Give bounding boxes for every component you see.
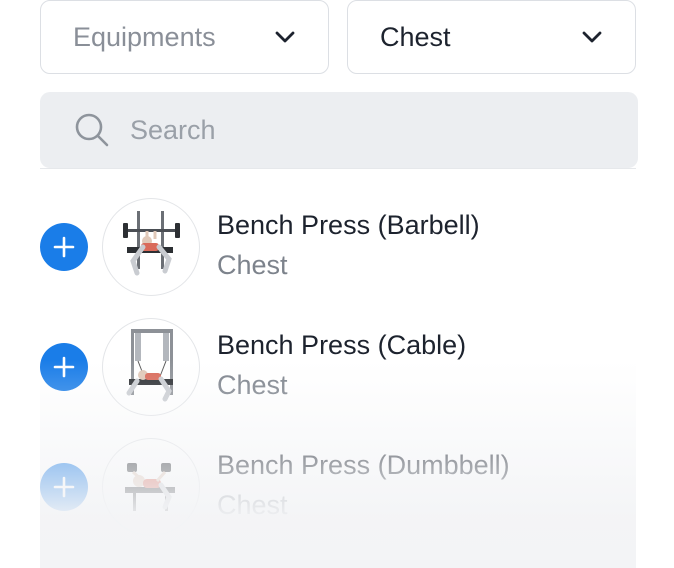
chevron-down-icon <box>275 31 295 43</box>
filter-bar: Equipments Chest <box>40 0 636 76</box>
dumbbell-bench-press-illustration <box>125 463 175 511</box>
exercise-list-item[interactable]: Bench Press (Cable) Chest <box>0 316 674 436</box>
add-exercise-button[interactable] <box>40 223 88 271</box>
exercise-list-item[interactable]: Bench Press (Dumbbell) Chest <box>0 436 674 556</box>
search-bar[interactable] <box>40 92 638 168</box>
plus-icon <box>53 476 75 498</box>
exercise-name: Bench Press (Cable) <box>217 330 467 360</box>
search-input[interactable] <box>128 113 592 147</box>
exercise-list: Bench Press (Barbell) Chest Bench Press … <box>0 196 674 556</box>
exercise-thumbnail <box>102 198 200 296</box>
exercise-thumbnail <box>102 438 200 536</box>
exercise-muscle: Chest <box>217 370 288 400</box>
exercise-name: Bench Press (Dumbbell) <box>217 450 510 480</box>
cable-bench-press-illustration <box>126 329 173 402</box>
plus-icon <box>53 236 75 258</box>
exercise-muscle: Chest <box>217 490 288 520</box>
exercise-list-item[interactable]: Bench Press (Barbell) Chest <box>0 196 674 316</box>
equipment-filter-dropdown[interactable]: Equipments <box>40 0 329 74</box>
divider <box>40 168 636 169</box>
muscle-filter-dropdown[interactable]: Chest <box>347 0 636 74</box>
equipment-filter-label: Equipments <box>73 21 216 52</box>
chevron-down-icon <box>582 31 602 43</box>
add-exercise-button[interactable] <box>40 343 88 391</box>
plus-icon <box>53 356 75 378</box>
add-exercise-button[interactable] <box>40 463 88 511</box>
muscle-filter-label: Chest <box>380 21 451 52</box>
exercise-picker: Equipments Chest Search Bench Press (Bar… <box>0 0 674 568</box>
exercise-name: Bench Press (Barbell) <box>217 210 480 240</box>
barbell-bench-press-illustration <box>123 211 180 276</box>
exercise-muscle: Chest <box>217 250 288 280</box>
search-icon <box>75 113 109 147</box>
exercise-thumbnail <box>102 318 200 416</box>
